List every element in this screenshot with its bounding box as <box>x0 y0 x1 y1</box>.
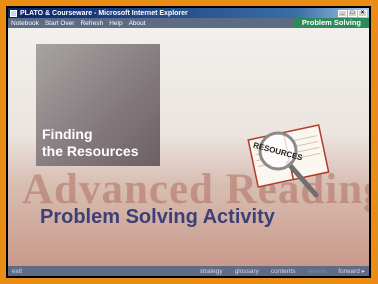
glossary-button[interactable]: glossary <box>235 268 259 275</box>
review-button[interactable]: review <box>307 268 326 275</box>
menu-bar: Notebook Start Over Refresh Help About P… <box>8 18 369 28</box>
menu-help[interactable]: Help <box>109 20 122 27</box>
menu-start-over[interactable]: Start Over <box>45 20 75 27</box>
contents-button[interactable]: contents <box>271 268 296 275</box>
menu-notebook[interactable]: Notebook <box>11 20 39 27</box>
lesson-heading: Finding the Resources <box>42 126 139 159</box>
minimize-button[interactable]: _ <box>338 9 347 17</box>
activity-title: Problem Solving Activity <box>40 206 275 228</box>
exit-button[interactable]: exit <box>12 268 22 275</box>
book-magnifier-icon: RESOURCES <box>247 124 330 198</box>
lesson-content: Finding the Resources Advanced Reading R… <box>8 28 369 266</box>
menu-refresh[interactable]: Refresh <box>80 20 103 27</box>
window-title: PLATO & Courseware - Microsoft Internet … <box>20 9 188 17</box>
menu-about[interactable]: About <box>129 20 146 27</box>
ie-icon <box>10 9 17 17</box>
strategy-button[interactable]: strategy <box>200 268 223 275</box>
forward-button[interactable]: forward ▸ <box>338 267 365 275</box>
browser-window: PLATO & Courseware - Microsoft Internet … <box>8 8 369 276</box>
close-button[interactable]: × <box>358 9 367 17</box>
title-panel: Finding the Resources <box>36 44 160 166</box>
window-controls: _ □ × <box>338 9 367 17</box>
window-frame: PLATO & Courseware - Microsoft Internet … <box>6 6 371 278</box>
maximize-button[interactable]: □ <box>348 9 357 17</box>
bottom-nav: exit strategy glossary contents review f… <box>8 266 369 276</box>
title-bar: PLATO & Courseware - Microsoft Internet … <box>8 8 369 18</box>
section-badge: Problem Solving <box>293 18 369 28</box>
